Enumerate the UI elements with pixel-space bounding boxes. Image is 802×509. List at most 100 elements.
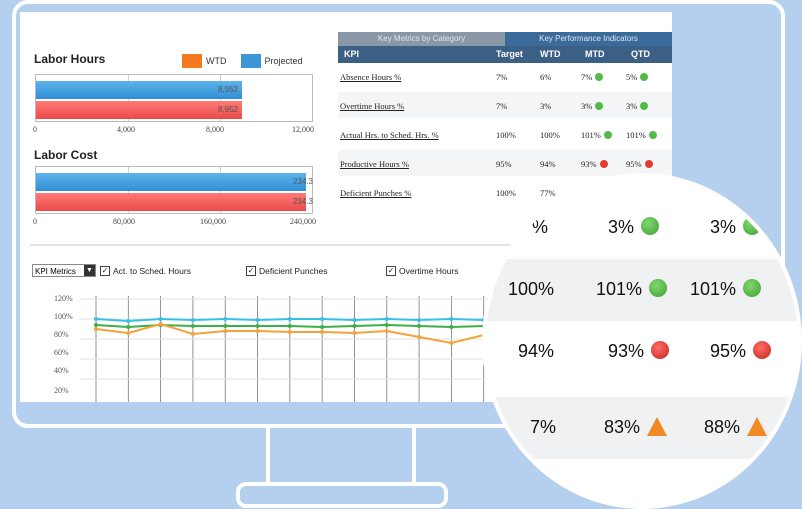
labor-cost-chart: 234.3 234.3 <box>35 166 313 214</box>
cell-qtd: 101% <box>626 130 657 140</box>
cell-qtd: 3% <box>626 101 649 111</box>
series-point <box>449 325 454 329</box>
y-axis-tick: 60% <box>54 348 69 357</box>
magnified-value: 94% <box>518 341 555 361</box>
cell-qtd: 95% <box>626 159 653 169</box>
kpi-link[interactable]: Actual Hrs. to Sched. Hrs. % <box>340 130 439 140</box>
magnified-value: 88% <box>704 416 768 438</box>
labor-cost-tick: 240,000 <box>290 217 316 226</box>
series-point <box>417 318 422 322</box>
series-point <box>287 330 292 334</box>
legend-label-projected: Projected <box>264 56 303 66</box>
legend-label-wtd: WTD <box>206 56 227 66</box>
magnifier-row: 94% 93% 95% <box>486 321 798 383</box>
cell-target: 7% <box>496 72 508 82</box>
checkbox-overtime-hours[interactable]: ✓ Overtime Hours <box>386 266 459 276</box>
kpi-link[interactable]: Overtime Hours % <box>340 101 404 111</box>
series-point <box>384 317 389 321</box>
magnifier-row: 100% 101% 101% <box>486 259 798 321</box>
x-circle-icon <box>753 341 772 360</box>
series-point <box>126 331 131 335</box>
kpi-trend-line-chart <box>80 296 520 402</box>
series-point <box>190 318 195 322</box>
kpi-metrics-select[interactable]: KPI Metrics ▼ <box>32 264 96 277</box>
labor-hours-chart: 8,952 8,952 <box>35 74 313 122</box>
legend-swatch-projected <box>240 54 261 68</box>
labor-cost-bar-projected <box>36 173 307 191</box>
check-circle-icon <box>640 73 649 82</box>
check-circle-icon <box>640 102 649 111</box>
series-point <box>352 324 357 328</box>
magnified-value: 83% <box>604 416 668 438</box>
series-point <box>190 324 195 328</box>
labor-hours-tick: 12,000 <box>292 125 314 134</box>
series-point <box>287 324 292 328</box>
series-point <box>126 319 131 323</box>
kpi-link[interactable]: Deficient Punches % <box>340 188 411 198</box>
kpi-link[interactable]: Absence Hours % <box>340 72 401 82</box>
checkbox-label: Deficient Punches <box>259 266 328 276</box>
series-point <box>190 332 195 336</box>
table-row: Actual Hrs. to Sched. Hrs. % 100% 100% 101%… <box>338 121 672 147</box>
check-circle-icon <box>743 217 762 236</box>
labor-cost-tick: 160,000 <box>200 217 226 226</box>
series-point <box>158 322 163 326</box>
magnified-value: 3% <box>608 217 660 238</box>
warning-triangle-icon <box>747 416 768 436</box>
series-point <box>126 325 131 329</box>
check-circle-icon <box>595 102 604 111</box>
series-point <box>223 324 228 328</box>
warning-triangle-icon <box>647 416 668 436</box>
cell-wtd: 94% <box>540 159 556 169</box>
cell-target: 100% <box>496 130 516 140</box>
cell-qtd: 5% <box>626 72 649 82</box>
header-qtd: QTD <box>631 49 650 59</box>
kpi-link[interactable]: Productive Hours % <box>340 159 409 169</box>
cell-wtd: 6% <box>540 72 552 82</box>
labor-cost-value-projected: 234.3 <box>292 177 313 186</box>
check-circle-icon <box>641 217 660 236</box>
labor-hours-value-projected: 8,952 <box>217 85 238 94</box>
x-circle-icon <box>651 341 670 360</box>
check-circle-icon <box>648 131 657 140</box>
kpi-tabs: Key Metrics by Category Key Performance … <box>338 32 672 46</box>
series-point <box>320 330 325 334</box>
magnifier-row: 7% 83% 88% <box>486 397 798 459</box>
series-point <box>384 323 389 327</box>
cell-mtd: 3% <box>581 101 604 111</box>
labor-cost-bar-wtd <box>36 193 307 211</box>
tab-key-metrics-by-category[interactable]: Key Metrics by Category <box>338 32 505 46</box>
series-point <box>255 329 260 333</box>
magnified-value: % <box>532 217 549 237</box>
y-axis-tick: 80% <box>54 330 69 339</box>
labor-cost-value-wtd: 234.3 <box>292 197 313 206</box>
labor-hours-value-wtd: 8,952 <box>217 105 238 114</box>
checkbox-checked-icon[interactable]: ✓ <box>100 266 110 276</box>
labor-hours-bar-projected <box>36 81 242 99</box>
checkbox-deficient-punches[interactable]: ✓ Deficient Punches <box>246 266 328 276</box>
series-point <box>223 329 228 333</box>
labor-cost-title: Labor Cost <box>34 148 98 162</box>
tab-key-performance-indicators[interactable]: Key Performance Indicators <box>505 32 672 46</box>
y-axis-tick: 40% <box>54 366 69 375</box>
checkbox-checked-icon[interactable]: ✓ <box>246 266 256 276</box>
checkbox-act-to-sched-hours[interactable]: ✓ Act. to Sched. Hours <box>100 266 191 276</box>
labor-hours-tick: 4,000 <box>117 125 135 134</box>
magnifier-row: % 3% 3% <box>486 197 798 259</box>
series-point <box>94 317 98 321</box>
magnified-value: 95% <box>710 341 772 362</box>
chevron-down-icon[interactable]: ▼ <box>84 265 95 276</box>
y-axis-tick: 100% <box>54 312 73 321</box>
cell-mtd: 101% <box>581 130 612 140</box>
table-row: Productive Hours % 95% 94% 93% 95% <box>338 150 672 176</box>
magnified-value: 3% <box>710 217 762 238</box>
series-point <box>449 317 454 321</box>
cell-wtd: 100% <box>540 130 560 140</box>
series-point <box>352 318 357 322</box>
series-point <box>384 329 389 333</box>
cell-mtd: 7% <box>581 72 604 82</box>
checkbox-checked-icon[interactable]: ✓ <box>386 266 396 276</box>
labor-cost-tick: 80,000 <box>113 217 135 226</box>
series-point <box>94 323 98 327</box>
magnifier-zoom-callout: % 3% 3% 100% 101% 101% 94% 93% 95% 7% 83% 88% <box>482 173 802 509</box>
